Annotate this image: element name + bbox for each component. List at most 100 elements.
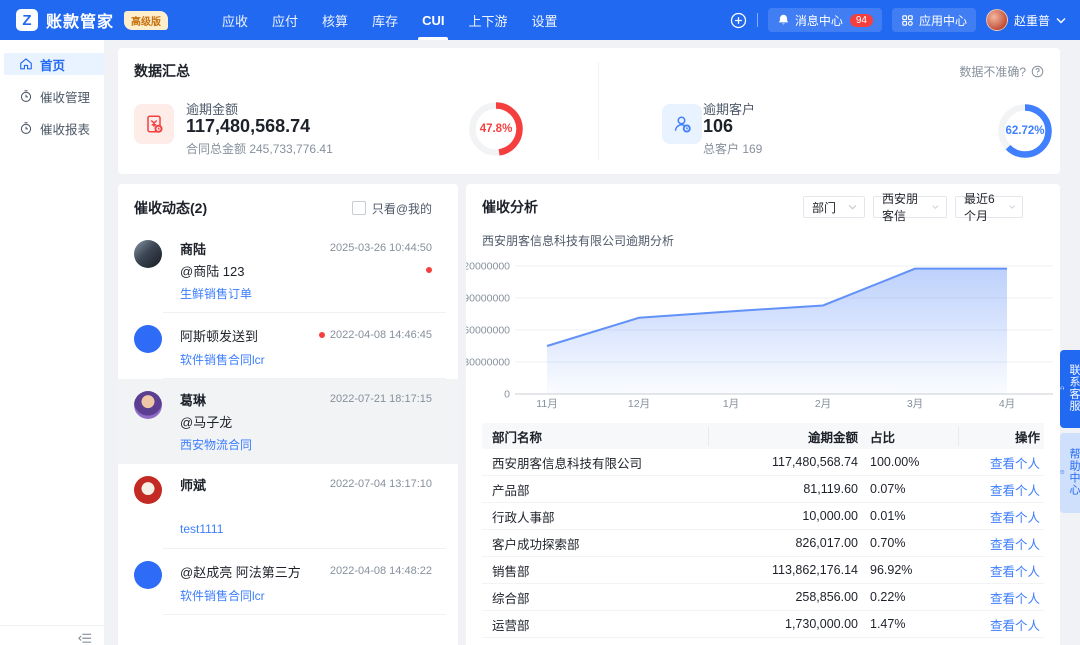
overdue-amount: 113,862,176.14 <box>708 563 858 577</box>
sidebar-item-label: 催收管理 <box>40 87 90 106</box>
overdue-amount: 10,000.00 <box>708 509 858 523</box>
view-individual-link[interactable]: 查看个人 <box>990 457 1040 471</box>
plan-badge: 高级版 <box>124 11 168 30</box>
user-avatar <box>986 9 1008 31</box>
ratio: 0.07% <box>858 482 958 496</box>
dept-name: 销售部 <box>482 561 708 580</box>
sidebar-item-催收报表[interactable]: 催收报表 <box>4 117 104 139</box>
feed-content: @商陆 123 <box>180 261 245 280</box>
user-menu[interactable]: 赵重普 <box>986 9 1066 31</box>
view-individual-link[interactable]: 查看个人 <box>990 592 1040 606</box>
nav-item-上下游[interactable]: 上下游 <box>456 0 519 40</box>
app-title: 账款管家 <box>46 8 114 32</box>
overdue-amount: 258,856.00 <box>708 590 858 604</box>
view-individual-link[interactable]: 查看个人 <box>990 565 1040 579</box>
main-content: 数据汇总 数据不准确? 逾期金额117,480,568.74合同总金额 245,… <box>104 40 1080 645</box>
feed-item[interactable]: 葛琳2022-07-21 18:17:15@马子龙西安物流合同 <box>118 379 458 464</box>
analysis-title: 催收分析 <box>482 197 538 217</box>
col-ratio: 占比 <box>858 427 958 446</box>
message-center-label: 消息中心 <box>795 12 843 29</box>
col-action: 操作 <box>958 427 1044 446</box>
app-center-button[interactable]: 应用中心 <box>892 8 976 32</box>
nav-item-核算[interactable]: 核算 <box>310 0 360 40</box>
timer-icon <box>19 121 40 135</box>
svg-text:12月: 12月 <box>628 398 650 410</box>
filter-select-西安朋客信[interactable]: 西安朋客信 <box>873 196 947 218</box>
app-logo[interactable]: Z 账款管家 <box>16 8 114 32</box>
collapse-sidebar-icon[interactable] <box>78 630 92 642</box>
view-individual-link[interactable]: 查看个人 <box>990 619 1040 633</box>
sidebar-item-催收管理[interactable]: 催收管理 <box>4 85 104 107</box>
grid-icon <box>901 14 914 27</box>
feed-content: 阿斯顿发送到 <box>180 326 258 345</box>
chevron-down-icon <box>848 204 857 210</box>
metric-value: 106 <box>703 116 733 137</box>
svg-text:120000000: 120000000 <box>466 261 510 273</box>
table-row: 总经办712,400.000.61%查看个人 <box>482 638 1044 645</box>
svg-text:2月: 2月 <box>815 398 831 410</box>
feed-item[interactable]: 商陆2025-03-26 10:44:50@商陆 123生鲜销售订单 <box>118 228 458 313</box>
feed-timestamp: 2022-04-08 14:48:22 <box>330 565 432 577</box>
nav-item-库存[interactable]: 库存 <box>360 0 410 40</box>
app-center-label: 应用中心 <box>919 12 967 29</box>
metric-subtext: 总客户 169 <box>703 140 762 157</box>
avatar <box>134 561 162 589</box>
chart-title: 西安朋客信息科技有限公司逾期分析 <box>482 232 1044 249</box>
collection-feed-panel: 催收动态(2) 只看@我的 商陆2025-03-26 10:44:50@商陆 1… <box>118 184 458 645</box>
metric-donut: 47.8% <box>469 102 523 156</box>
avatar <box>134 476 162 504</box>
feed-item[interactable]: @赵成亮 阿法第三方2022-04-08 14:48:22软件销售合同lcr <box>118 549 458 615</box>
feed-related-doc-link[interactable]: test1111 <box>180 519 432 539</box>
feed-related-doc-link[interactable]: 软件销售合同lcr <box>180 585 432 605</box>
filter-select-部门[interactable]: 部门 <box>803 196 865 218</box>
dept-name: 西安朋客信息科技有限公司 <box>482 453 708 472</box>
nav-item-CUI[interactable]: CUI <box>410 0 456 40</box>
app-window: Z 账款管家 高级版 应收应付核算库存CUI上下游设置 消息中心 94 <box>0 0 1080 645</box>
unread-dot <box>426 267 432 273</box>
nav-item-应收[interactable]: 应收 <box>210 0 260 40</box>
feed-item[interactable]: 阿斯顿发送到2022-04-08 14:46:45软件销售合同lcr <box>118 313 458 379</box>
contact-support-button[interactable]: 联系客服 <box>1060 350 1080 428</box>
svg-text:1月: 1月 <box>723 398 739 410</box>
message-count-badge: 94 <box>850 14 873 27</box>
select-value: 西安朋客信 <box>882 190 926 224</box>
only-mention-me-checkbox[interactable] <box>352 201 366 215</box>
help-question-icon <box>1060 466 1065 478</box>
sidebar-item-首页[interactable]: 首页 <box>4 53 104 75</box>
data-inaccurate-link[interactable]: 数据不准确? <box>959 63 1044 80</box>
collection-analysis-panel: 催收分析 部门西安朋客信最近6个月 西安朋客信息科技有限公司逾期分析 03000… <box>466 184 1060 645</box>
table-header-row: 部门名称逾期金额占比操作 <box>482 423 1044 449</box>
feed-item[interactable]: 师斌2022-07-04 13:17:10test1111 <box>118 464 458 549</box>
plus-circle-icon[interactable] <box>730 12 747 29</box>
user-name: 赵重普 <box>1014 12 1050 29</box>
select-value: 最近6个月 <box>964 190 1003 224</box>
message-center-button[interactable]: 消息中心 94 <box>768 8 882 32</box>
col-dept: 部门名称 <box>482 427 708 446</box>
feed-related-doc-link[interactable]: 生鲜销售订单 <box>180 283 432 303</box>
dept-name: 行政人事部 <box>482 507 708 526</box>
data-summary-panel: 数据汇总 数据不准确? 逾期金额117,480,568.74合同总金额 245,… <box>118 48 1060 174</box>
svg-text:11月: 11月 <box>536 398 557 410</box>
table-row: 客户成功探索部826,017.000.70%查看个人 <box>482 530 1044 557</box>
help-center-button[interactable]: 帮助中心 <box>1060 433 1080 513</box>
feed-related-doc-link[interactable]: 软件销售合同lcr <box>180 349 432 369</box>
overdue-amount: 117,480,568.74 <box>708 455 858 469</box>
filter-select-最近6个月[interactable]: 最近6个月 <box>955 196 1023 218</box>
chevron-down-icon <box>1009 204 1015 210</box>
feed-related-doc-link[interactable]: 西安物流合同 <box>180 434 432 454</box>
feed-user-name: 商陆 <box>180 239 206 258</box>
avatar <box>134 325 162 353</box>
feed-user-name: 师斌 <box>180 475 206 494</box>
only-mention-me-filter[interactable]: 只看@我的 <box>352 200 432 217</box>
view-individual-link[interactable]: 查看个人 <box>990 511 1040 525</box>
nav-item-设置[interactable]: 设置 <box>519 0 569 40</box>
data-inaccurate-label: 数据不准确? <box>959 63 1026 80</box>
contact-support-label: 联系客服 <box>1068 364 1080 412</box>
view-individual-link[interactable]: 查看个人 <box>990 484 1040 498</box>
nav-item-应付[interactable]: 应付 <box>260 0 310 40</box>
summary-title: 数据汇总 <box>134 61 190 81</box>
metric-donut: 62.72% <box>998 104 1052 158</box>
only-mention-me-label: 只看@我的 <box>372 200 432 217</box>
ratio: 1.47% <box>858 617 958 631</box>
view-individual-link[interactable]: 查看个人 <box>990 538 1040 552</box>
